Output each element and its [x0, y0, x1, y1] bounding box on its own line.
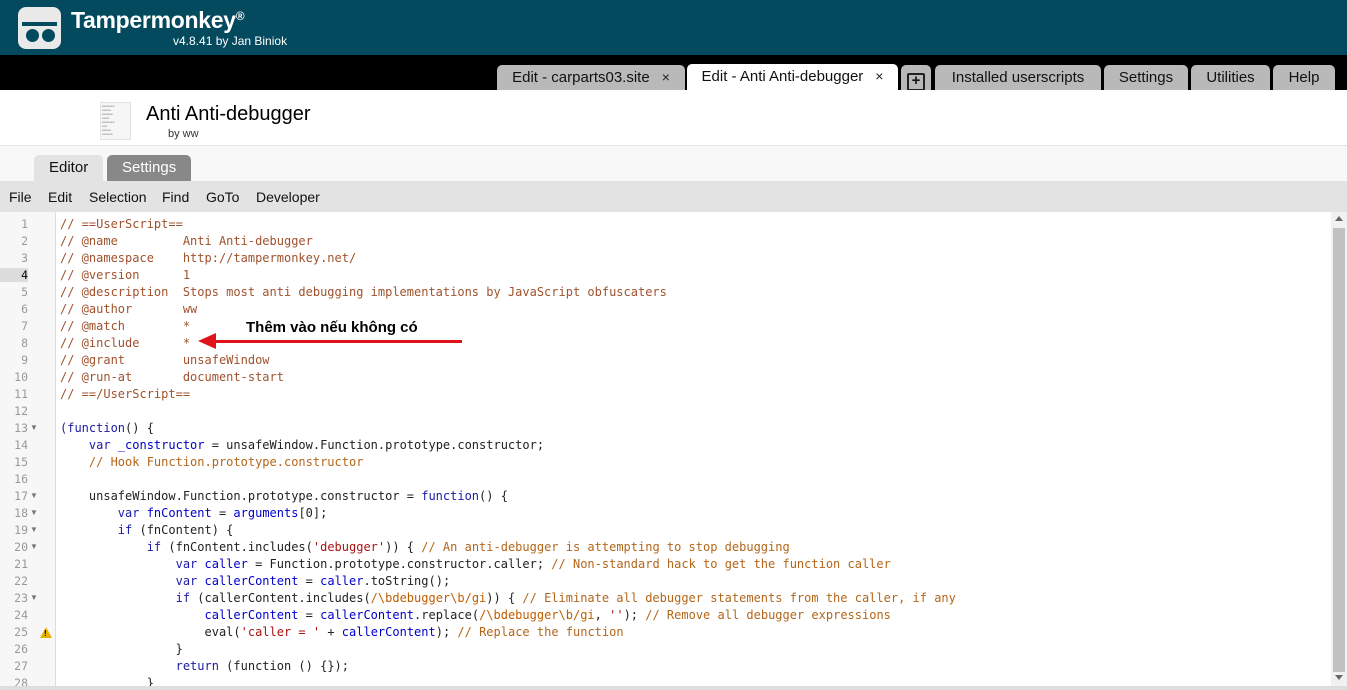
line-number: 14 — [14, 438, 28, 452]
line-number-active: 4 — [0, 268, 28, 282]
line-number: 10 — [14, 370, 28, 384]
code-line: var callerContent = caller.toString(); — [60, 574, 451, 588]
tab-installed-userscripts[interactable]: Installed userscripts — [935, 65, 1101, 90]
vertical-scrollbar[interactable] — [1331, 212, 1347, 690]
scroll-up-icon[interactable] — [1335, 216, 1343, 221]
add-script-icon: + — [907, 73, 925, 91]
scroll-down-icon[interactable] — [1335, 675, 1343, 680]
menu-goto[interactable]: GoTo — [206, 189, 239, 205]
line-number: 7 — [21, 319, 28, 333]
script-author: by ww — [168, 128, 199, 140]
code-line: // @description Stops most anti debuggin… — [60, 285, 667, 299]
code-line: eval('caller = ' + callerContent); // Re… — [60, 625, 624, 639]
line-number: 19 — [14, 523, 28, 537]
new-script-tab[interactable]: + — [901, 65, 931, 91]
line-number: 25 — [14, 625, 28, 639]
code-line: var fnContent = arguments[0]; — [60, 506, 328, 520]
menu-edit[interactable]: Edit — [48, 189, 72, 205]
editor-subtabs: Editor Settings — [0, 146, 1347, 181]
code-line: // @match * — [60, 319, 191, 333]
tab-edit-carparts[interactable]: Edit - carparts03.site × — [497, 65, 685, 90]
line-number: 9 — [21, 353, 28, 367]
line-number: 1 — [21, 217, 28, 231]
editor-menubar: File Edit Selection Find GoTo Developer — [0, 181, 1347, 213]
line-number: 27 — [14, 659, 28, 673]
code-line: if (fnContent.includes('debugger')) { //… — [60, 540, 790, 554]
code-line: // @include * — [60, 336, 191, 350]
code-line: // ==/UserScript== — [60, 387, 191, 401]
script-title: Anti Anti-debugger — [146, 103, 311, 125]
annotation-text: Thêm vào nếu không có — [246, 319, 418, 336]
code-line: // @name Anti Anti-debugger — [60, 234, 313, 248]
script-icon: ≡≡≡≡≡≡≡ ≡≡≡≡≡ ≡≡≡≡≡≡ ≡≡≡≡ ≡≡≡≡≡≡≡ ≡≡≡ ≡≡… — [100, 102, 131, 140]
subtab-settings[interactable]: Settings — [107, 155, 192, 181]
code-line: (function() { — [60, 421, 154, 435]
menu-find[interactable]: Find — [162, 189, 189, 205]
line-number: 11 — [14, 387, 28, 401]
line-number: 15 — [14, 455, 28, 469]
code-line: var _constructor = unsafeWindow.Function… — [60, 438, 545, 452]
code-line: var caller = Function.prototype.construc… — [60, 557, 891, 571]
line-number: 5 — [21, 285, 28, 299]
line-number: 26 — [14, 642, 28, 656]
fold-toggle-icon[interactable]: ▼ — [30, 593, 38, 602]
close-icon[interactable]: × — [662, 69, 670, 85]
tab-help[interactable]: Help — [1273, 65, 1335, 90]
main-tab-bar: Edit - carparts03.site × Edit - Anti Anti… — [0, 55, 1347, 91]
code-line: unsafeWindow.Function.prototype.construc… — [60, 489, 508, 503]
code-line: } — [60, 642, 183, 656]
arrow-head-icon — [198, 333, 216, 349]
fold-toggle-icon[interactable]: ▼ — [30, 508, 38, 517]
close-icon[interactable]: × — [875, 68, 883, 84]
subtab-editor[interactable]: Editor — [34, 155, 104, 181]
line-number: 24 — [14, 608, 28, 622]
menu-file[interactable]: File — [9, 189, 32, 205]
line-number: 23 — [14, 591, 28, 605]
fold-toggle-icon[interactable]: ▼ — [30, 423, 38, 432]
tab-edit-anti-anti-debugger[interactable]: Edit - Anti Anti-debugger × — [687, 64, 898, 90]
code-line: // ==UserScript== — [60, 217, 183, 231]
fold-toggle-icon[interactable]: ▼ — [30, 542, 38, 551]
app-header: Tampermonkey® v4.8.41 by Jan Biniok — [0, 0, 1347, 55]
code-line: return (function () {}); — [60, 659, 349, 673]
code-line: // Hook Function.prototype.constructor — [60, 455, 364, 469]
tab-settings[interactable]: Settings — [1104, 65, 1188, 90]
line-number: 3 — [21, 251, 28, 265]
code-line: // @version 1 — [60, 268, 191, 282]
warning-icon[interactable]: ! — [40, 627, 52, 638]
code-line: // @author ww — [60, 302, 198, 316]
code-line: if (fnContent) { — [60, 523, 234, 537]
line-number: 2 — [21, 234, 28, 248]
code-line: // @run-at document-start — [60, 370, 284, 384]
code-line: if (callerContent.includes(/\bdebugger\b… — [60, 591, 956, 605]
fold-toggle-icon[interactable]: ▼ — [30, 491, 38, 500]
menu-selection[interactable]: Selection — [89, 189, 147, 205]
line-number: 16 — [14, 472, 28, 486]
menu-developer[interactable]: Developer — [256, 189, 320, 205]
code-line: // @namespace http://tampermonkey.net/ — [60, 251, 357, 265]
code-line: // @grant unsafeWindow — [60, 353, 270, 367]
line-number: 18 — [14, 506, 28, 520]
app-name: Tampermonkey® — [71, 7, 245, 33]
line-number: 6 — [21, 302, 28, 316]
line-number-gutter: 1 2 3 4 5 6 7 8 9 10 11 12 13 14 15 16 1… — [0, 212, 56, 690]
line-number: 20 — [14, 540, 28, 554]
fold-toggle-icon[interactable]: ▼ — [30, 525, 38, 534]
line-number: 17 — [14, 489, 28, 503]
code-line: callerContent = callerContent.replace(/\… — [60, 608, 891, 622]
horizontal-scrollbar[interactable] — [0, 686, 1347, 690]
scrollbar-thumb[interactable] — [1333, 228, 1345, 672]
code-editor[interactable]: 1 2 3 4 5 6 7 8 9 10 11 12 13 14 15 16 1… — [0, 212, 1347, 690]
annotation-arrow — [214, 340, 462, 343]
tab-utilities[interactable]: Utilities — [1191, 65, 1270, 90]
line-number: 21 — [14, 557, 28, 571]
line-number: 12 — [14, 404, 28, 418]
line-number: 22 — [14, 574, 28, 588]
tampermonkey-logo-icon — [18, 7, 61, 49]
line-number: 13 — [14, 421, 28, 435]
line-number: 8 — [21, 336, 28, 350]
code-content[interactable]: // ==UserScript== // @name Anti Anti-deb… — [60, 212, 1330, 690]
app-version: v4.8.41 by Jan Biniok — [173, 34, 288, 48]
